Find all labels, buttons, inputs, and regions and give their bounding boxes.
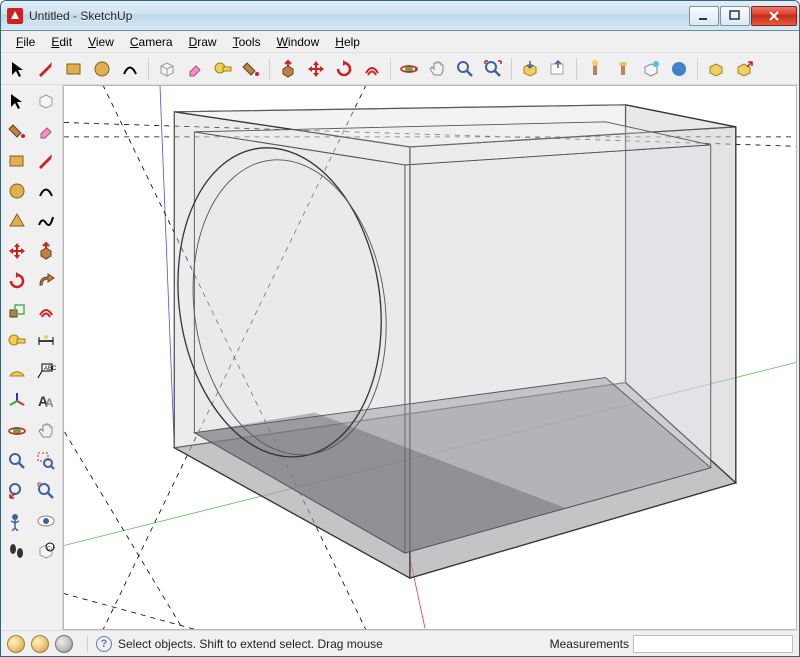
zoom-tool[interactable] <box>452 56 478 82</box>
circle-tool[interactable] <box>89 56 115 82</box>
menu-file[interactable]: File <box>9 33 42 51</box>
eraser-tool[interactable] <box>182 56 208 82</box>
select-tool-lg[interactable] <box>3 87 31 115</box>
window-title: Untitled - SketchUp <box>29 9 689 23</box>
position-camera-lg[interactable] <box>3 507 31 535</box>
push-pull-lg[interactable] <box>33 237 61 265</box>
follow-me-lg[interactable] <box>33 267 61 295</box>
pan-tool[interactable] <box>424 56 450 82</box>
window-controls <box>689 6 797 26</box>
3dtext-lg[interactable]: AA <box>33 387 61 415</box>
close-button[interactable] <box>751 6 797 26</box>
pan-lg[interactable] <box>33 417 61 445</box>
measurements-input[interactable] <box>633 635 793 653</box>
menu-edit[interactable]: Edit <box>44 33 79 51</box>
svg-text:A: A <box>45 396 54 410</box>
menu-camera[interactable]: Camera <box>123 33 180 51</box>
zoom-lg[interactable] <box>3 447 31 475</box>
svg-text:ABC: ABC <box>44 366 56 372</box>
rectangle-lg[interactable] <box>3 147 31 175</box>
orbit-tool[interactable] <box>396 56 422 82</box>
photo-textures-tool[interactable] <box>638 56 664 82</box>
instructor-orb-2[interactable] <box>31 635 49 653</box>
instructor-orb-1[interactable] <box>7 635 25 653</box>
menubar: File Edit View Camera Draw Tools Window … <box>1 31 799 53</box>
offset-lg[interactable] <box>33 297 61 325</box>
tape-lg[interactable] <box>3 327 31 355</box>
menu-tools[interactable]: Tools <box>226 33 268 51</box>
statusbar: ? Select objects. Shift to extend select… <box>1 630 799 656</box>
circle-lg[interactable] <box>3 177 31 205</box>
walk-lg[interactable] <box>3 537 31 565</box>
look-around-lg[interactable] <box>33 507 61 535</box>
freehand-lg[interactable] <box>33 207 61 235</box>
rotate-tool[interactable] <box>331 56 357 82</box>
toggle-terrain-tool[interactable] <box>610 56 636 82</box>
instructor-orb-3[interactable] <box>55 635 73 653</box>
maximize-button[interactable] <box>720 6 750 26</box>
axes-lg[interactable] <box>3 387 31 415</box>
model-canvas <box>64 86 796 629</box>
large-toolset: ABC AA C↺ <box>1 85 63 630</box>
orbit-lg[interactable] <box>3 417 31 445</box>
previous-lg[interactable] <box>3 477 31 505</box>
minimize-button[interactable] <box>689 6 719 26</box>
make-component-lg[interactable] <box>33 87 61 115</box>
text-lg[interactable]: ABC <box>33 357 61 385</box>
zoom-window-lg[interactable] <box>33 447 61 475</box>
arc-tool[interactable] <box>117 56 143 82</box>
section-plane-lg[interactable]: C↺ <box>33 537 61 565</box>
move-tool[interactable] <box>303 56 329 82</box>
select-tool[interactable] <box>5 56 31 82</box>
tape-measure-tool[interactable] <box>210 56 236 82</box>
paint-bucket-tool[interactable] <box>238 56 264 82</box>
3d-viewport[interactable] <box>63 85 797 630</box>
svg-text:C↺: C↺ <box>47 546 55 552</box>
menu-window[interactable]: Window <box>270 33 327 51</box>
zoom-extents-lg[interactable] <box>33 477 61 505</box>
make-component-tool[interactable] <box>154 56 180 82</box>
zoom-extents-tool[interactable] <box>480 56 506 82</box>
share-model-tool[interactable] <box>545 56 571 82</box>
dimension-lg[interactable] <box>33 327 61 355</box>
extension-warehouse-tool[interactable] <box>703 56 729 82</box>
menu-help[interactable]: Help <box>328 33 367 51</box>
rectangle-tool[interactable] <box>61 56 87 82</box>
app-window: Untitled - SketchUp File Edit View Camer… <box>0 0 800 657</box>
preview-in-earth-tool[interactable] <box>666 56 692 82</box>
eraser-lg[interactable] <box>33 117 61 145</box>
get-models-tool[interactable] <box>517 56 543 82</box>
measurements-label: Measurements <box>550 637 629 651</box>
push-pull-tool[interactable] <box>275 56 301 82</box>
help-icon[interactable]: ? <box>96 636 112 652</box>
scale-lg[interactable] <box>3 297 31 325</box>
main-toolbar <box>1 53 799 85</box>
menu-draw[interactable]: Draw <box>182 33 224 51</box>
polygon-lg[interactable] <box>3 207 31 235</box>
rotate-lg[interactable] <box>3 267 31 295</box>
protractor-lg[interactable] <box>3 357 31 385</box>
line-tool[interactable] <box>33 56 59 82</box>
workspace: ABC AA C↺ <box>1 85 799 630</box>
send-to-layout-tool[interactable] <box>731 56 757 82</box>
offset-tool[interactable] <box>359 56 385 82</box>
status-hint: Select objects. Shift to extend select. … <box>118 637 383 651</box>
line-lg[interactable] <box>33 147 61 175</box>
menu-view[interactable]: View <box>81 33 121 51</box>
arc-lg[interactable] <box>33 177 61 205</box>
titlebar: Untitled - SketchUp <box>1 1 799 31</box>
paint-bucket-lg[interactable] <box>3 117 31 145</box>
add-location-tool[interactable] <box>582 56 608 82</box>
app-icon <box>7 8 23 24</box>
move-lg[interactable] <box>3 237 31 265</box>
